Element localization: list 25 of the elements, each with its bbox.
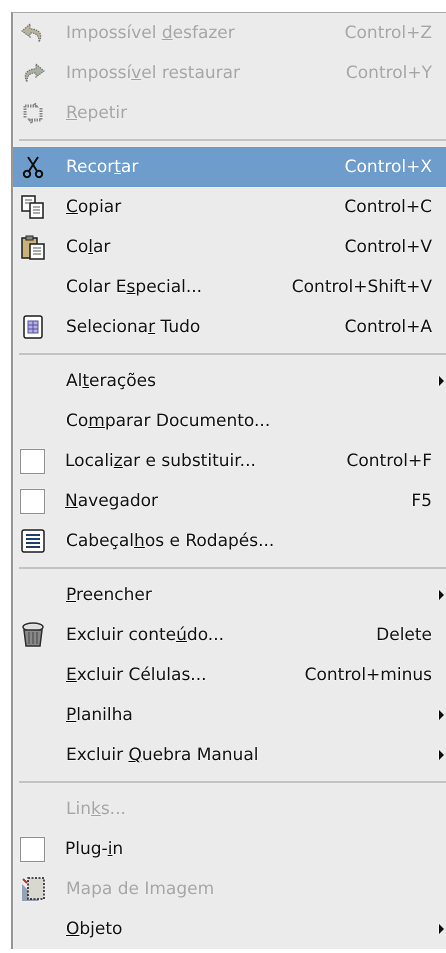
menu-item[interactable]: Copiar Control+C xyxy=(13,187,446,227)
menu-item[interactable]: Colar Especial... Control+Shift+V xyxy=(13,267,446,307)
menu-item[interactable]: Selecionar Tudo Control+A xyxy=(13,307,446,347)
scissors-icon xyxy=(20,154,46,180)
menu-item[interactable]: Cabeçalhos e Rodapés... xyxy=(13,521,446,561)
menu-item[interactable]: Alterações xyxy=(13,361,446,401)
menu-item[interactable]: Excluir conteúdo... Delete xyxy=(13,615,446,655)
copy-icon xyxy=(20,194,46,220)
menu-item[interactable]: Objeto xyxy=(13,909,446,949)
trash-can-icon xyxy=(20,622,46,648)
text-lines-icon xyxy=(20,528,46,554)
menu-item[interactable]: Localizar e substituir... Control+F xyxy=(13,441,446,481)
menu-item[interactable]: Navegador F5 xyxy=(13,481,446,521)
image-map-icon xyxy=(20,876,46,902)
menu-item[interactable]: Excluir Quebra Manual xyxy=(13,735,446,775)
clipboard-icon xyxy=(20,234,46,260)
menu-item[interactable]: Comparar Documento... xyxy=(13,401,446,441)
checkbox[interactable] xyxy=(20,448,45,474)
menu-item[interactable]: Preencher xyxy=(13,575,446,615)
menu-item[interactable]: Colar Control+V xyxy=(13,227,446,267)
menu-item[interactable]: Planilha xyxy=(13,695,446,735)
menu-item[interactable]: Plug-in xyxy=(13,829,446,869)
checkbox[interactable] xyxy=(20,836,45,862)
menu-item[interactable]: Excluir Células... Control+minus xyxy=(13,655,446,695)
checkbox[interactable] xyxy=(20,488,45,514)
